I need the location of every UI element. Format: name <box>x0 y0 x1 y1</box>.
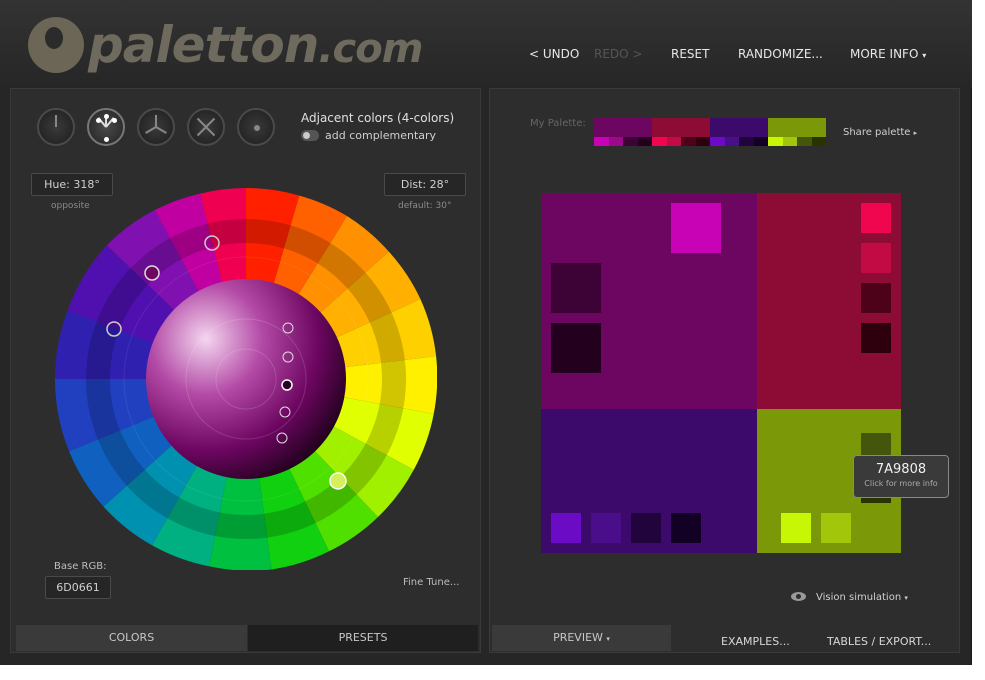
palette-main-color <box>768 118 826 137</box>
gear-icon <box>254 125 260 131</box>
randomize-button[interactable]: RANDOMIZE... <box>738 47 823 61</box>
hue-handle-complement[interactable] <box>329 472 347 490</box>
palette-block-primary[interactable] <box>594 118 652 146</box>
base-rgb-label: Base RGB: <box>54 561 107 572</box>
chevron-down-icon: ▾ <box>606 635 610 643</box>
preview-swatch[interactable] <box>671 203 721 253</box>
fine-tune-link[interactable]: Fine Tune... <box>403 577 459 588</box>
logo-text: paletton.com <box>88 16 423 74</box>
reset-button[interactable]: RESET <box>671 47 709 61</box>
preview-swatch[interactable] <box>591 513 621 543</box>
palette-main-color <box>710 118 768 137</box>
vision-simulation-button[interactable]: Vision simulation ▾ <box>816 592 908 603</box>
saturation-disc[interactable] <box>146 279 346 479</box>
palette-block-secondary-1[interactable] <box>652 118 710 146</box>
more-info-button[interactable]: MORE INFO ▾ <box>850 47 926 61</box>
base-rgb-input[interactable]: 6D0661 <box>45 576 111 599</box>
preview-swatch[interactable] <box>671 513 701 543</box>
preview-swatch[interactable] <box>781 513 811 543</box>
scheme-triad-button[interactable] <box>137 108 175 146</box>
palette-shades <box>652 137 710 146</box>
preview-swatch[interactable] <box>861 323 891 353</box>
preview-swatch[interactable] <box>611 203 661 253</box>
undo-button[interactable]: < UNDO <box>529 47 579 61</box>
palette-main-color <box>652 118 710 137</box>
scheme-mono-icon <box>55 115 57 127</box>
chevron-down-icon: ▾ <box>904 594 908 602</box>
hue-handle-primary[interactable] <box>144 265 160 281</box>
add-complementary-toggle[interactable] <box>301 130 319 141</box>
tooltip-hex: 7A9808 <box>875 462 927 477</box>
preview-swatch[interactable] <box>821 513 851 543</box>
paletton-app: paletton.com < UNDO REDO > RESET RANDOMI… <box>0 0 972 665</box>
preview-quad-secondary-2[interactable] <box>541 409 757 553</box>
shade-dot-selected[interactable] <box>281 379 293 391</box>
color-tooltip[interactable]: 7A9808 Click for more info <box>853 455 949 498</box>
preview-swatch[interactable] <box>551 513 581 543</box>
tab-examples[interactable]: EXAMPLES... <box>721 635 790 648</box>
preview-quad-secondary-1[interactable] <box>757 193 901 409</box>
scheme-title: Adjacent colors (4-colors) <box>301 111 455 125</box>
palette-main-color <box>594 118 652 137</box>
preview-swatch[interactable] <box>861 203 891 233</box>
chevron-right-icon: ▸ <box>913 129 918 137</box>
tab-tables-export[interactable]: TABLES / EXPORT... <box>827 635 931 648</box>
share-palette-link[interactable]: Share palette ▸ <box>843 127 917 138</box>
preview-swatch[interactable] <box>551 323 601 373</box>
logo-mark-icon <box>28 17 84 73</box>
tab-colors[interactable]: COLORS <box>16 625 247 651</box>
tab-presets[interactable]: PRESETS <box>248 625 478 651</box>
palette-shades <box>768 137 826 146</box>
my-palette-label: My Palette: <box>530 118 586 129</box>
scheme-mono-button[interactable] <box>37 108 75 146</box>
eye-icon[interactable] <box>791 592 806 601</box>
preview-swatch[interactable] <box>861 283 891 313</box>
chevron-down-icon: ▾ <box>922 51 927 60</box>
scheme-tetrad-button[interactable] <box>187 108 225 146</box>
scheme-adjacent-button[interactable] <box>87 108 125 146</box>
color-wheel[interactable] <box>55 188 437 570</box>
header: paletton.com < UNDO REDO > RESET RANDOMI… <box>0 0 972 88</box>
tooltip-hint: Click for more info <box>864 479 938 488</box>
color-preview <box>541 193 901 553</box>
logo[interactable]: paletton.com <box>28 12 423 78</box>
tab-preview[interactable]: PREVIEW ▾ <box>492 625 671 651</box>
palette-bar[interactable] <box>594 118 826 146</box>
palette-shades <box>594 137 652 146</box>
preview-swatch[interactable] <box>631 513 661 543</box>
scheme-free-button[interactable] <box>237 108 275 146</box>
palette-block-complement[interactable] <box>768 118 826 146</box>
preview-swatch[interactable] <box>861 243 891 273</box>
preview-swatch[interactable] <box>551 263 601 313</box>
redo-button[interactable]: REDO > <box>594 47 642 61</box>
palette-block-secondary-2[interactable] <box>710 118 768 146</box>
preview-quad-primary[interactable] <box>541 193 757 409</box>
palette-shades <box>710 137 768 146</box>
add-complementary-label[interactable]: add complementary <box>325 129 436 142</box>
